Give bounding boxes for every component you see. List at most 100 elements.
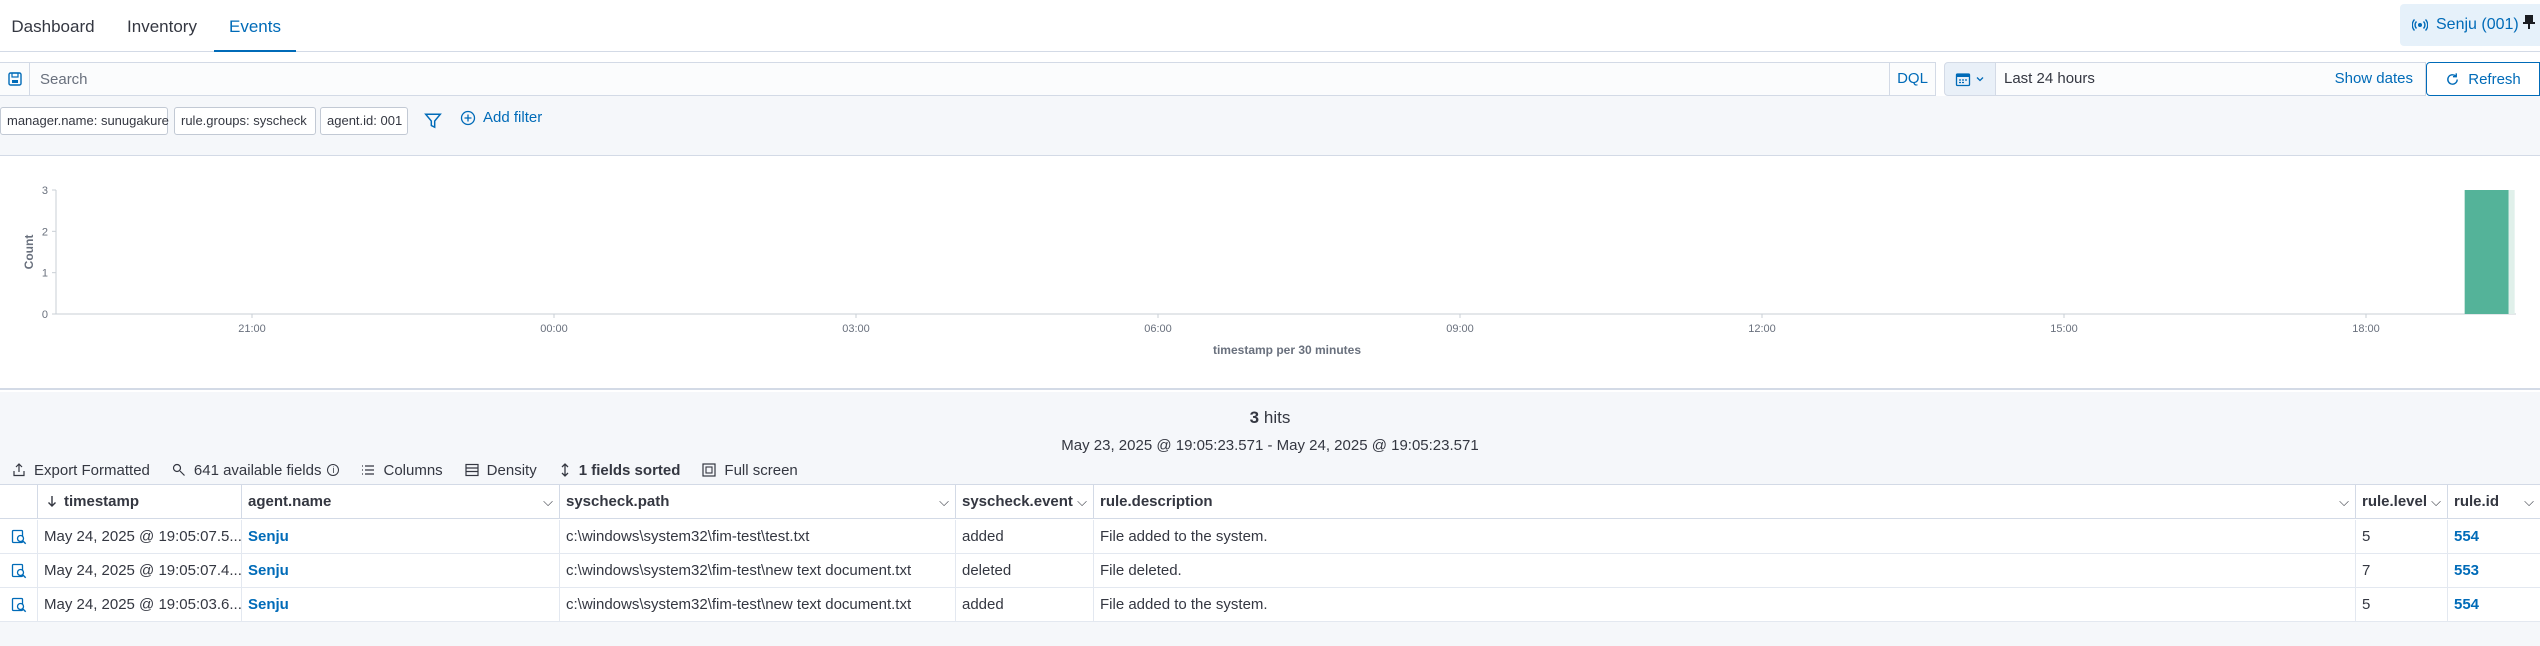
y-axis-label: Count xyxy=(22,235,36,270)
column-label: rule.description xyxy=(1100,493,1213,510)
module-tabs: Dashboard Inventory Events Senju (001) xyxy=(0,0,2540,52)
filter-pill-agent-id[interactable]: agent.id: 001 xyxy=(320,107,408,135)
cell-syscheck-path: c:\windows\system32\fim-test\new text do… xyxy=(560,588,956,622)
x-tick-label: 18:00 xyxy=(2352,323,2380,335)
cell-rule-description: File added to the system. xyxy=(1094,588,2356,622)
saved-query-button[interactable] xyxy=(0,62,30,96)
tab-dashboard[interactable]: Dashboard xyxy=(0,0,106,52)
export-icon xyxy=(13,463,25,477)
x-tick-label: 12:00 xyxy=(1748,323,1776,335)
column-label: syscheck.path xyxy=(566,493,670,510)
chevron-down-icon[interactable]: ⌵ xyxy=(939,485,949,519)
fullscreen-button[interactable]: Full screen xyxy=(702,461,798,479)
calendar-icon xyxy=(1955,73,1971,87)
available-fields-button[interactable]: 641 available fields i xyxy=(172,462,340,479)
inspect-icon xyxy=(11,597,26,612)
refresh-icon xyxy=(2447,72,2459,85)
sort-down-arrow-icon xyxy=(48,496,56,507)
export-button[interactable]: Export Formatted xyxy=(12,462,150,479)
date-range-label: Last 24 hours xyxy=(2004,70,2095,87)
filter-icon[interactable] xyxy=(424,112,442,130)
cell-rule-description: File added to the system. xyxy=(1094,520,2356,554)
cell-syscheck-path: c:\windows\system32\fim-test\test.txt xyxy=(560,520,956,554)
chevron-down-icon[interactable]: ⌵ xyxy=(543,485,553,519)
cell-agent-name[interactable]: Senju xyxy=(242,520,560,554)
fullscreen-icon xyxy=(702,463,717,477)
cell-syscheck-path: c:\windows\system32\fim-test\new text do… xyxy=(560,554,956,588)
tab-events[interactable]: Events xyxy=(214,0,296,52)
columns-button[interactable]: Columns xyxy=(361,462,443,479)
quick-date-menu[interactable] xyxy=(1944,62,1996,96)
chevron-down-icon[interactable]: ⌵ xyxy=(2524,485,2534,519)
cell-agent-name[interactable]: Senju xyxy=(242,588,560,622)
inspect-document-button[interactable] xyxy=(0,520,38,554)
events-histogram: 0 1 2 3 21:00 00:00 03:00 06:00 09:00 12:00 15:00 1… xyxy=(22,185,2516,357)
column-label: agent.name xyxy=(248,493,332,510)
filter-bar: manager.name: sunugakure rule.groups: sy… xyxy=(0,96,2540,156)
histogram-bar-edge xyxy=(2508,190,2515,314)
query-language-button[interactable]: DQL xyxy=(1890,62,1936,96)
density-button[interactable]: Density xyxy=(465,462,537,479)
column-header-syscheck-event[interactable]: syscheck.event ⌵ xyxy=(956,485,1094,519)
cell-rule-level: 5 xyxy=(2356,588,2448,622)
y-tick-label: 3 xyxy=(42,185,48,197)
antenna-icon xyxy=(2412,19,2428,31)
column-label: rule.id xyxy=(2454,493,2500,510)
column-header-rule-level[interactable]: rule.level ⌵ xyxy=(2356,485,2448,519)
column-label: rule.level xyxy=(2362,493,2428,510)
events-table: timestamp agent.name ⌵ syscheck.path ⌵ sys… xyxy=(0,484,2540,622)
fields-icon xyxy=(172,463,185,476)
column-header-rule-id[interactable]: rule.id ⌵ xyxy=(2448,485,2540,519)
show-dates-link[interactable]: Show dates xyxy=(2335,63,2413,95)
cell-syscheck-event: added xyxy=(956,588,1094,622)
chevron-down-icon[interactable]: ⌵ xyxy=(2431,485,2441,519)
add-filter-label: Add filter xyxy=(483,109,543,126)
list-icon xyxy=(362,465,375,475)
agent-selector[interactable]: Senju (001) xyxy=(2400,4,2540,46)
query-bar: DQL Last 24 hours Show dates Refresh xyxy=(0,62,2540,96)
column-label: syscheck.event xyxy=(962,493,1073,510)
filter-pill-rule-groups[interactable]: rule.groups: syscheck xyxy=(174,107,316,135)
chevron-down-icon[interactable]: ⌵ xyxy=(1077,485,1087,519)
agent-label: Senju (001) xyxy=(2436,16,2519,33)
cell-rule-id[interactable]: 554 xyxy=(2448,520,2540,554)
cell-rule-id[interactable]: 554 xyxy=(2448,588,2540,622)
cell-timestamp: May 24, 2025 @ 19:05:03.6... xyxy=(38,588,242,622)
inspect-document-button[interactable] xyxy=(0,588,38,622)
cell-rule-id[interactable]: 553 xyxy=(2448,554,2540,588)
inspect-document-button[interactable] xyxy=(0,554,38,588)
chevron-down-icon[interactable]: ⌵ xyxy=(2339,485,2349,519)
pin-icon[interactable] xyxy=(2522,14,2536,30)
search-input[interactable] xyxy=(30,62,1890,96)
export-label: Export Formatted xyxy=(34,461,150,479)
available-fields-label: 641 available fields xyxy=(193,461,322,479)
x-tick-label: 06:00 xyxy=(1144,323,1172,335)
hits-summary: 3 hits xyxy=(0,408,2540,428)
column-header-timestamp[interactable]: timestamp xyxy=(38,485,242,519)
column-header-rule-description[interactable]: rule.description ⌵ xyxy=(1094,485,2356,519)
y-tick-label: 1 xyxy=(42,268,48,280)
tab-inventory[interactable]: Inventory xyxy=(112,0,212,52)
time-range-text: May 23, 2025 @ 19:05:23.571 - May 24, 20… xyxy=(1061,437,1479,454)
fullscreen-label: Full screen xyxy=(724,461,798,479)
info-icon: i xyxy=(327,464,340,476)
y-tick-label: 2 xyxy=(42,226,48,238)
cell-syscheck-event: deleted xyxy=(956,554,1094,588)
data-grid-toolbar: Export Formatted 641 available fields i … xyxy=(12,458,820,482)
add-filter-button[interactable]: Add filter xyxy=(460,109,542,126)
refresh-label: Refresh xyxy=(2468,70,2521,88)
date-range-display[interactable]: Last 24 hours Show dates xyxy=(1996,62,2426,96)
column-header-agent-name[interactable]: agent.name ⌵ xyxy=(242,485,560,519)
cell-timestamp: May 24, 2025 @ 19:05:07.4... xyxy=(38,554,242,588)
refresh-button[interactable]: Refresh xyxy=(2426,62,2540,96)
cell-rule-description: File deleted. xyxy=(1094,554,2356,588)
histogram-bar xyxy=(2464,190,2509,314)
inspect-icon xyxy=(11,529,26,544)
cell-agent-name[interactable]: Senju xyxy=(242,554,560,588)
column-header-syscheck-path[interactable]: syscheck.path ⌵ xyxy=(560,485,956,519)
sort-fields-button[interactable]: 1 fields sorted xyxy=(559,462,680,479)
x-axis-label: timestamp per 30 minutes xyxy=(1213,343,1361,357)
x-tick-label: 03:00 xyxy=(842,323,870,335)
column-header-actions xyxy=(0,485,38,519)
filter-pill-manager[interactable]: manager.name: sunugakure xyxy=(0,107,169,135)
